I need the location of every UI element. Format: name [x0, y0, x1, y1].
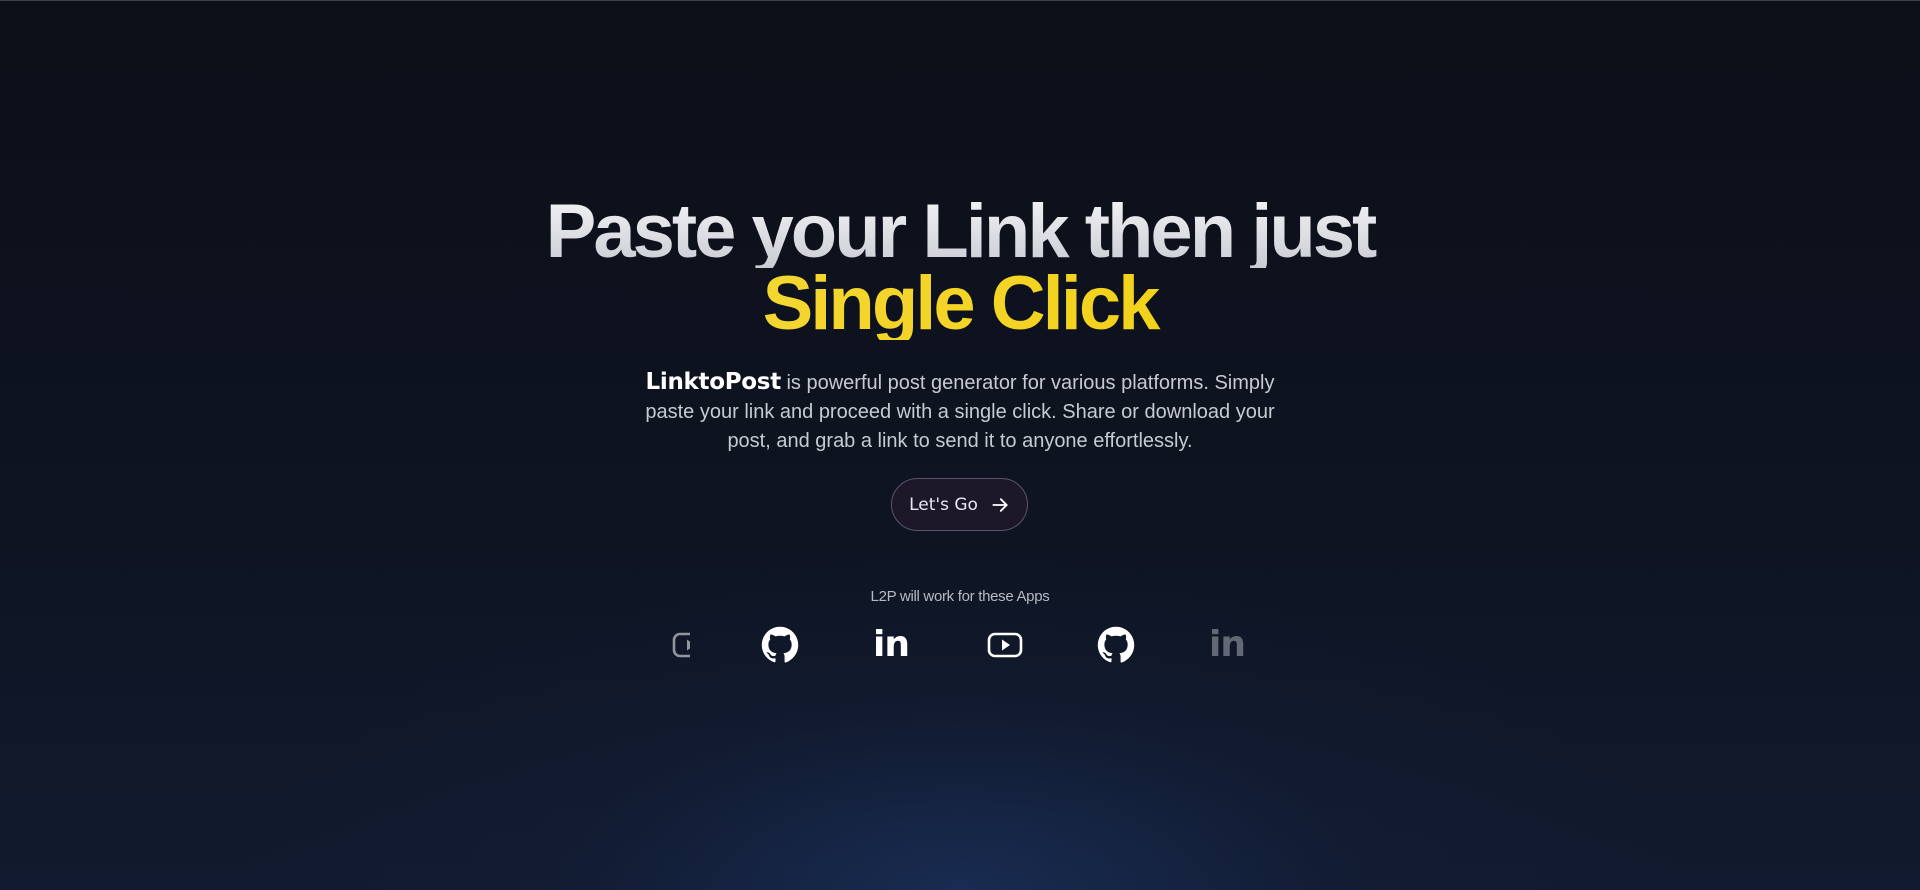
supported-apps-carousel: in in — [650, 620, 1270, 670]
headline-line-1: Paste your Link then just — [0, 194, 1920, 270]
github-icon — [760, 625, 800, 665]
youtube-icon — [985, 625, 1025, 665]
hero-headline: Paste your Link then just Single Click — [0, 194, 1920, 342]
arrow-right-icon — [990, 495, 1010, 515]
youtube-icon — [670, 625, 690, 665]
lets-go-button[interactable]: Let's Go — [891, 478, 1028, 531]
linkedin-icon: in — [1209, 624, 1246, 665]
brand-name: LinktoPost — [645, 369, 782, 395]
hero-description: LinktoPost is powerful post generator fo… — [630, 368, 1290, 456]
github-icon — [1096, 625, 1136, 665]
headline-highlight: Single Click — [0, 266, 1920, 342]
linkedin-icon: in — [873, 624, 910, 665]
lets-go-label: Let's Go — [909, 494, 978, 515]
supported-apps-label: L2P will work for these Apps — [870, 588, 1050, 605]
